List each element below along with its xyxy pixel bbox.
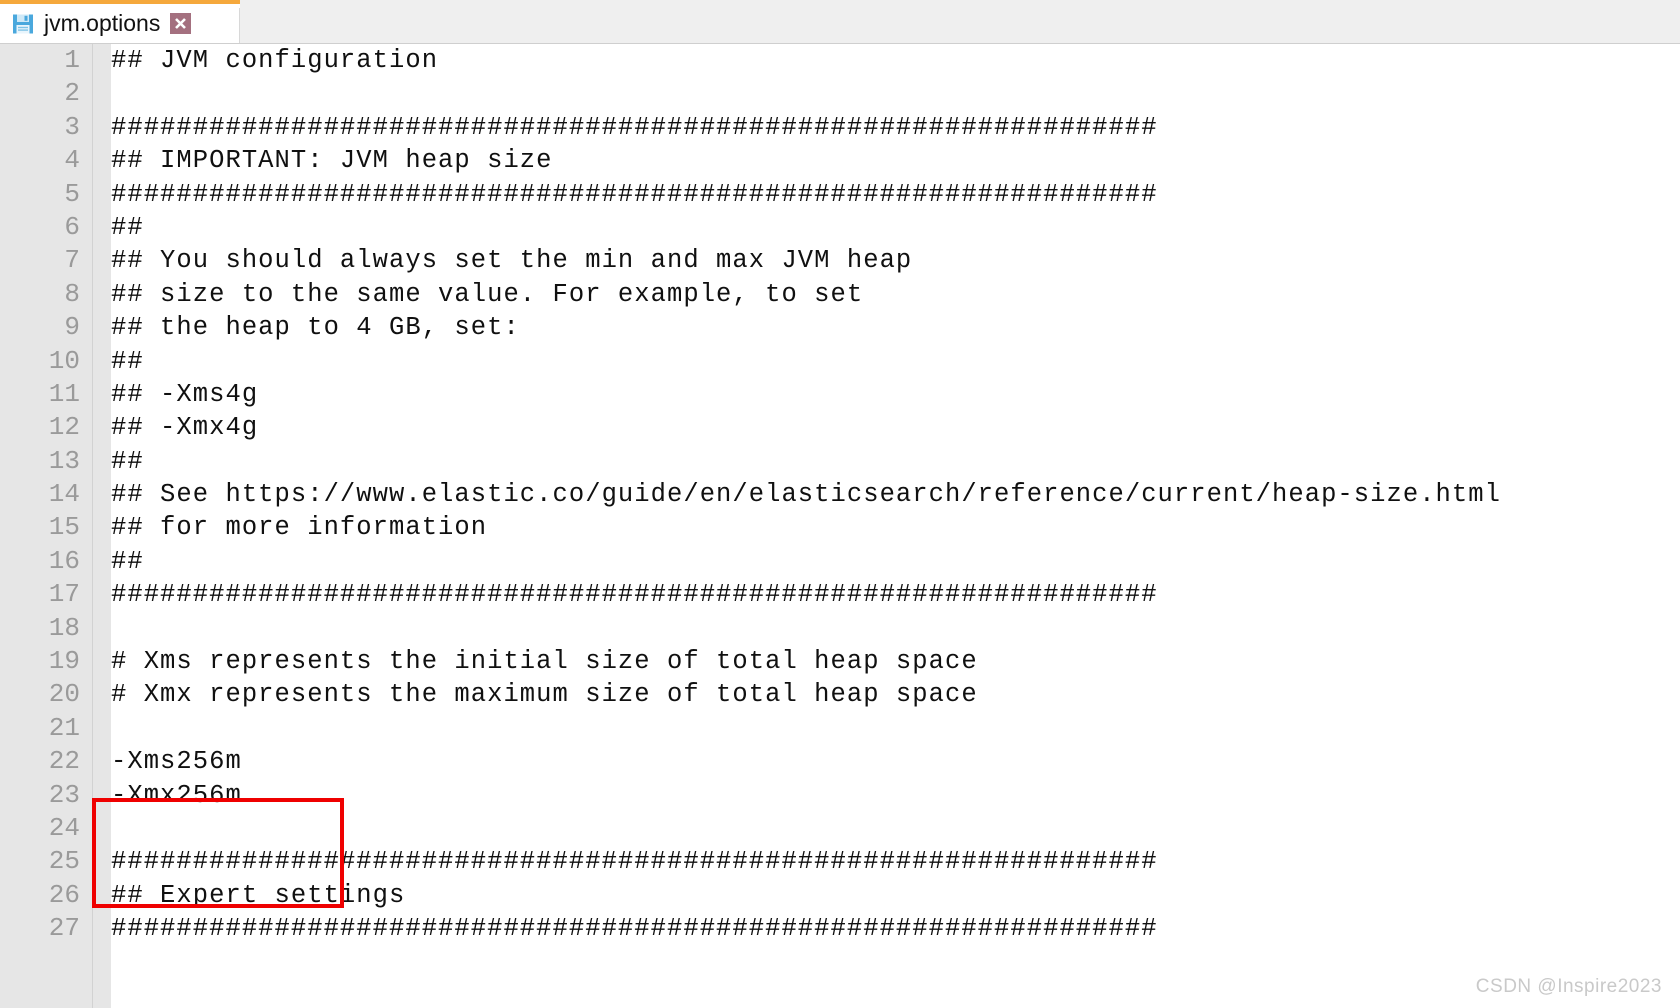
- line-text: ## JVM configuration: [111, 46, 439, 75]
- code-line[interactable]: 27 ######################################…: [0, 912, 1680, 945]
- code-line[interactable]: 23 -Xmx256m: [0, 779, 1680, 812]
- line-text: ## -Xmx4g: [111, 413, 259, 443]
- line-text: ## See https://www.elastic.co/guide/en/e…: [111, 480, 1501, 510]
- line-number: 26: [48, 879, 80, 910]
- line-text: ##: [111, 346, 144, 376]
- line-number: 23: [48, 779, 80, 810]
- line-text: ##: [111, 446, 144, 476]
- code-line[interactable]: 15 ## for more information: [0, 511, 1680, 544]
- line-text: ## You should always set the min and max…: [111, 246, 913, 276]
- line-text: # Xmx represents the maximum size of tot…: [111, 680, 978, 710]
- line-number: 1: [64, 45, 80, 75]
- line-text: ##: [111, 546, 144, 576]
- line-text: ########################################…: [111, 179, 1158, 209]
- code-line[interactable]: 5 #######################################…: [0, 178, 1680, 211]
- line-text: ## size to the same value. For example, …: [111, 279, 864, 309]
- code-line[interactable]: 25 ######################################…: [0, 845, 1680, 878]
- code-line[interactable]: 26 ## Expert settings: [0, 879, 1680, 912]
- line-number: 20: [48, 679, 80, 710]
- line-number: 18: [48, 612, 80, 643]
- line-text: -Xms256m: [111, 747, 242, 777]
- line-number: 6: [64, 211, 80, 242]
- line-text: ########################################…: [111, 112, 1158, 142]
- code-line[interactable]: 16 ##: [0, 545, 1680, 578]
- code-line[interactable]: 1 ## JVM configuration: [0, 44, 1680, 77]
- code-line[interactable]: 9 ## the heap to 4 GB, set:: [0, 311, 1680, 344]
- line-number: 12: [48, 412, 80, 443]
- code-content[interactable]: 1 ## JVM configuration 2 3 #################…: [0, 44, 1680, 1008]
- line-number: 7: [64, 245, 80, 276]
- line-number: 27: [48, 913, 80, 944]
- line-number: 15: [48, 512, 80, 543]
- close-x-icon[interactable]: [170, 13, 192, 34]
- line-text: ########################################…: [111, 847, 1158, 877]
- line-text: ########################################…: [111, 580, 1158, 610]
- line-number: 4: [64, 145, 80, 176]
- line-text: # Xms represents the initial size of tot…: [111, 647, 978, 677]
- line-number: 22: [48, 746, 80, 777]
- line-text: ##: [111, 212, 144, 242]
- code-line[interactable]: 14 ## See https://www.elastic.co/guide/en…: [0, 478, 1680, 511]
- code-line[interactable]: 11 ## -Xms4g: [0, 378, 1680, 411]
- line-number: 13: [48, 445, 80, 476]
- code-line[interactable]: 2: [0, 77, 1680, 110]
- tab-bar: jvm.options: [0, 0, 1680, 44]
- code-line[interactable]: 12 ## -Xmx4g: [0, 411, 1680, 444]
- code-line[interactable]: 17 ######################################…: [0, 578, 1680, 611]
- watermark: CSDN @Inspire2023: [1475, 976, 1662, 997]
- line-number: 10: [48, 345, 80, 376]
- line-text: -Xmx256m: [111, 780, 242, 810]
- line-text: ## Expert settings: [111, 880, 406, 910]
- line-text: ## IMPORTANT: JVM heap size: [111, 146, 553, 176]
- code-line[interactable]: 13 ##: [0, 445, 1680, 478]
- line-number: 24: [48, 812, 80, 843]
- line-number: 2: [64, 78, 80, 109]
- code-line[interactable]: 7 ## You should always set the min and ma…: [0, 244, 1680, 277]
- line-number: 17: [48, 579, 80, 610]
- line-text: ## -Xms4g: [111, 379, 259, 409]
- line-number: 3: [64, 111, 80, 142]
- floppy-disk-save-icon: [12, 13, 34, 35]
- code-line[interactable]: 10 ##: [0, 345, 1680, 378]
- code-line[interactable]: 18: [0, 612, 1680, 645]
- line-number: 14: [48, 479, 80, 510]
- code-line[interactable]: 3 #######################################…: [0, 111, 1680, 144]
- code-line[interactable]: 4 ## IMPORTANT: JVM heap size: [0, 144, 1680, 177]
- line-number: 8: [64, 278, 80, 309]
- code-line[interactable]: 20 # Xmx represents the maximum size of t…: [0, 678, 1680, 711]
- code-line[interactable]: 8 ## size to the same value. For example,…: [0, 278, 1680, 311]
- line-number: 21: [48, 712, 80, 743]
- tab-jvm-options[interactable]: jvm.options: [0, 0, 240, 43]
- code-line[interactable]: 24: [0, 812, 1680, 845]
- tab-title: jvm.options: [44, 10, 161, 36]
- line-number: 19: [48, 646, 80, 677]
- line-number: 25: [48, 846, 80, 877]
- line-number: 16: [48, 545, 80, 576]
- line-number: 5: [64, 178, 80, 209]
- line-number: 11: [48, 378, 80, 409]
- code-line[interactable]: 19 # Xms represents the initial size of t…: [0, 645, 1680, 678]
- code-line[interactable]: 22 -Xms256m: [0, 745, 1680, 778]
- code-line[interactable]: 6 ##: [0, 211, 1680, 244]
- line-text: ## for more information: [111, 513, 488, 543]
- line-text: ########################################…: [111, 914, 1158, 944]
- text-editor[interactable]: 1 ## JVM configuration 2 3 #################…: [0, 44, 1680, 1008]
- line-number: 9: [64, 312, 80, 343]
- line-text: ## the heap to 4 GB, set:: [111, 313, 520, 343]
- code-line[interactable]: 21: [0, 712, 1680, 745]
